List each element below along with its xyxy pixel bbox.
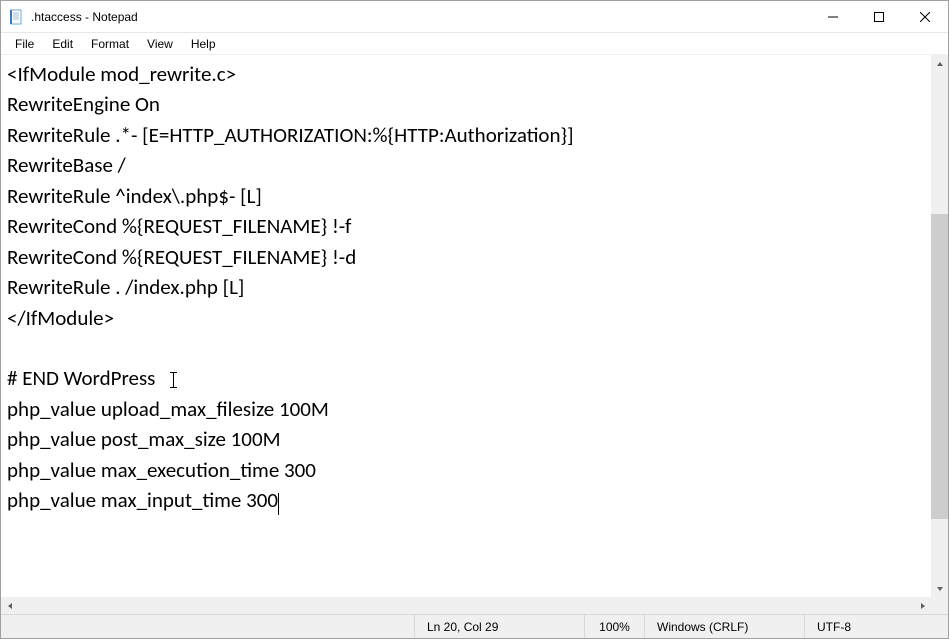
status-zoom: 100% bbox=[585, 615, 645, 638]
menu-view[interactable]: View bbox=[139, 35, 181, 53]
menu-edit[interactable]: Edit bbox=[44, 35, 81, 53]
scroll-right-arrow-icon[interactable] bbox=[914, 597, 931, 614]
window-title: .htaccess - Notepad bbox=[31, 10, 138, 24]
editor-container: <IfModule mod_rewrite.c> RewriteEngine O… bbox=[1, 55, 948, 597]
hscroll-track[interactable] bbox=[18, 597, 914, 614]
notepad-icon bbox=[9, 9, 25, 25]
status-empty bbox=[1, 615, 415, 638]
status-line-ending: Windows (CRLF) bbox=[645, 615, 805, 638]
vertical-scrollbar[interactable] bbox=[931, 55, 948, 597]
horizontal-scrollbar[interactable] bbox=[1, 597, 931, 614]
caret bbox=[278, 493, 279, 515]
window-controls bbox=[810, 1, 948, 32]
status-position: Ln 20, Col 29 bbox=[415, 615, 585, 638]
menu-file[interactable]: File bbox=[7, 35, 42, 53]
scrollbar-corner bbox=[931, 597, 948, 614]
scroll-track[interactable] bbox=[931, 72, 948, 580]
menu-help[interactable]: Help bbox=[183, 35, 224, 53]
hscroll-thumb[interactable] bbox=[18, 597, 914, 614]
titlebar: .htaccess - Notepad bbox=[1, 1, 948, 33]
text-editor[interactable]: <IfModule mod_rewrite.c> RewriteEngine O… bbox=[1, 55, 931, 597]
status-encoding: UTF-8 bbox=[805, 615, 948, 638]
close-button[interactable] bbox=[902, 1, 948, 32]
scroll-thumb[interactable] bbox=[931, 214, 948, 519]
menubar: File Edit Format View Help bbox=[1, 33, 948, 55]
scroll-down-arrow-icon[interactable] bbox=[931, 580, 948, 597]
scroll-up-arrow-icon[interactable] bbox=[931, 55, 948, 72]
maximize-button[interactable] bbox=[856, 1, 902, 32]
menu-format[interactable]: Format bbox=[83, 35, 137, 53]
statusbar: Ln 20, Col 29 100% Windows (CRLF) UTF-8 bbox=[1, 614, 948, 638]
text-cursor-icon bbox=[170, 372, 177, 388]
scroll-left-arrow-icon[interactable] bbox=[1, 597, 18, 614]
minimize-button[interactable] bbox=[810, 1, 856, 32]
